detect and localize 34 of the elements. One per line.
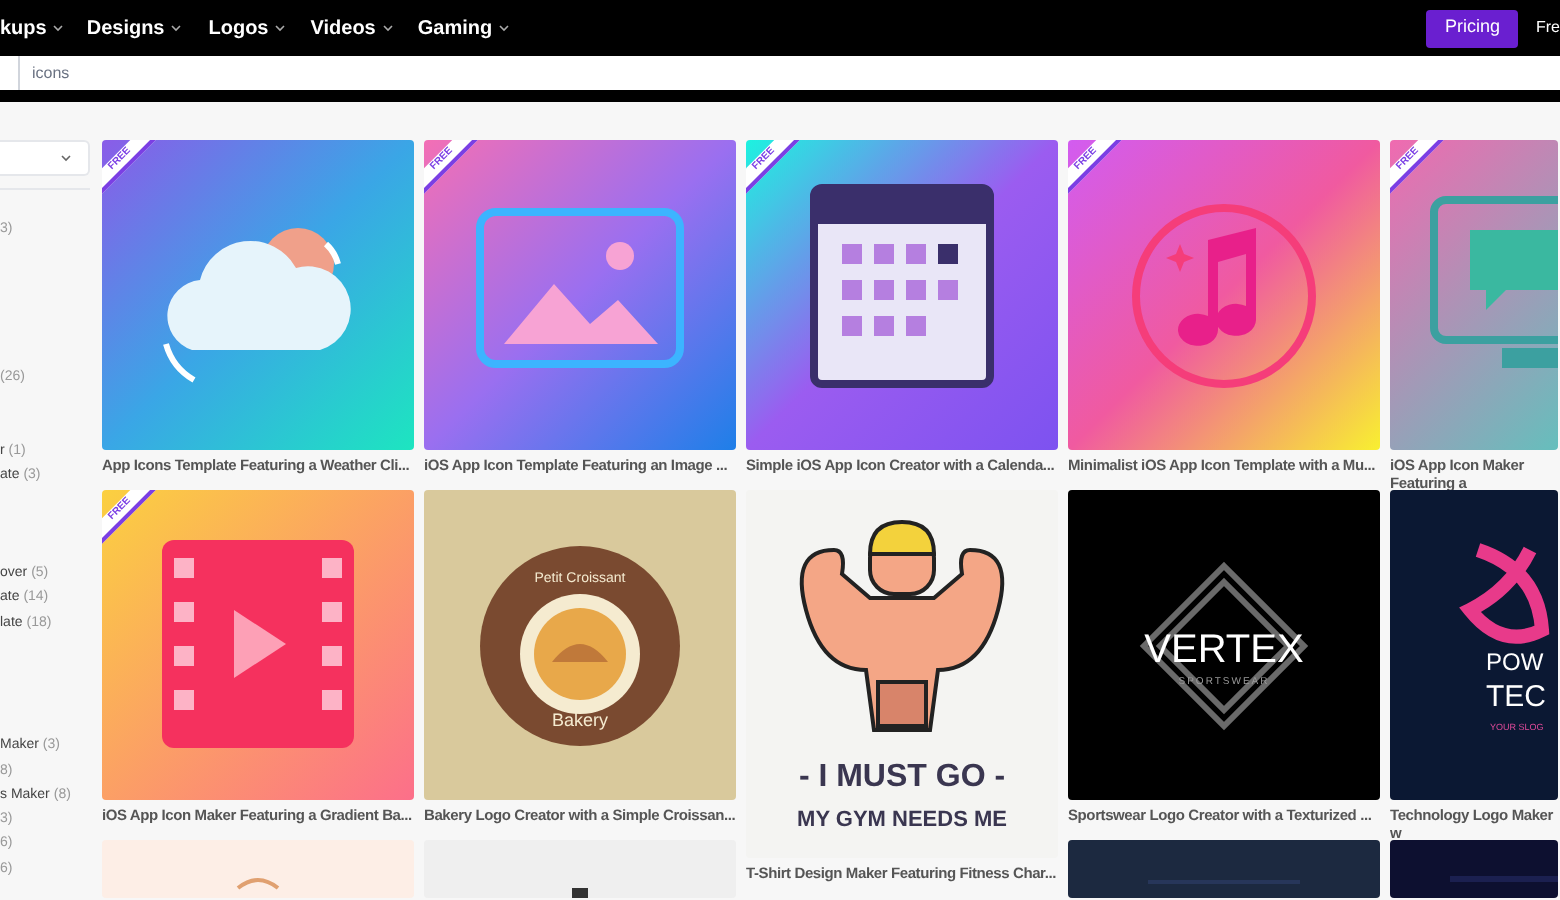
nav-menu-item[interactable]: kups [0,13,65,43]
ribbon-drawing [1463,543,1549,644]
shirt-text: - I MUST GO - [798,760,1006,794]
logo-text: TEC [1486,680,1546,714]
template-thumbnail[interactable] [1068,840,1380,898]
search-field[interactable]: icons [0,56,1560,102]
chevron-down-icon [170,24,183,32]
template-thumbnail[interactable] [102,840,414,898]
nav-menu-item[interactable]: Designs [86,13,183,43]
chevron-down-icon [274,24,287,32]
music-app-icon-thumbnail[interactable] [1068,140,1380,450]
chevron-down-icon [60,154,72,162]
cloud-app-icon-thumbnail[interactable] [102,140,414,450]
calendar-app-icon-thumbnail[interactable] [746,140,1058,450]
logo-text: Bakery [552,710,608,730]
template-thumbnail[interactable] [424,840,736,898]
chevron-down-icon [498,24,511,32]
pricing-button[interactable]: Pricing [1426,9,1518,47]
logo-text: VERTEX [1144,628,1304,672]
film-app-icon-thumbnail[interactable] [102,490,414,800]
dropdown-select[interactable] [0,140,90,176]
template-thumbnail[interactable] [1390,840,1558,898]
chat-app-icon-thumbnail[interactable] [1390,140,1558,450]
nav-menu-item[interactable]: Logos [208,13,287,43]
image-app-icon-thumbnail[interactable] [424,140,736,450]
search-text: icons [32,61,70,85]
shirt-text: MY GYM NEEDS ME [797,808,1007,832]
logo-text: POW [1486,648,1544,676]
nav-menu-item[interactable]: Videos [310,13,394,43]
chevron-down-icon [52,24,65,32]
nav-menu-item[interactable]: Gaming [417,13,511,43]
chevron-down-icon [381,24,394,32]
nav-link[interactable]: Fre [1536,16,1560,40]
gym-tshirt-thumbnail[interactable]: - I MUST GO - MY GYM NEEDS ME [746,490,1058,858]
